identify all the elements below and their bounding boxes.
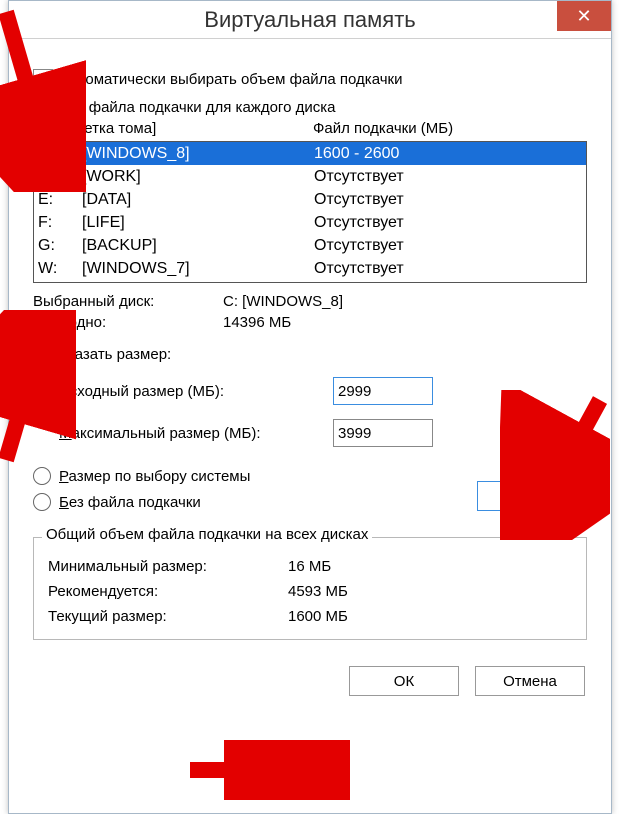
- auto-manage-label: Автоматически выбирать объем файла подка…: [61, 71, 402, 88]
- virtual-memory-dialog: Виртуальная память ✕ Автоматически выбир…: [8, 0, 612, 814]
- min-size-value: 16 МБ: [288, 558, 331, 575]
- drive-label: [WINDOWS_7]: [82, 257, 314, 280]
- drive-row[interactable]: G:[BACKUP]Отсутствует: [34, 234, 586, 257]
- window-title: Виртуальная память: [9, 7, 611, 33]
- max-size-label: Максимальный размер (МБ):: [33, 425, 333, 442]
- system-managed-label: Размер по выбору системы: [59, 468, 250, 485]
- free-space-value: 14396 МБ: [223, 314, 587, 331]
- drive-list[interactable]: C:[WINDOWS_8]1600 - 2600D:[WORK]Отсутств…: [33, 141, 587, 283]
- current-size-value: 1600 МБ: [288, 608, 348, 625]
- drive-label: [LIFE]: [82, 211, 314, 234]
- drive-row[interactable]: W:[WINDOWS_7]Отсутствует: [34, 257, 586, 280]
- drive-pagefile: Отсутствует: [314, 257, 582, 280]
- drive-label: [DATA]: [82, 188, 314, 211]
- drive-pagefile: Отсутствует: [314, 188, 582, 211]
- no-pagefile-radio[interactable]: [33, 493, 51, 511]
- min-size-label: Минимальный размер:: [48, 558, 288, 575]
- drive-letter: C:: [38, 142, 82, 165]
- recommended-label: Рекомендуется:: [48, 583, 288, 600]
- cancel-button[interactable]: Отмена: [475, 666, 585, 696]
- selected-drive-value: C: [WINDOWS_8]: [223, 293, 587, 310]
- drive-row[interactable]: C:[WINDOWS_8]1600 - 2600: [34, 142, 586, 165]
- per-drive-heading: Размер файла подкачки для каждого диска: [33, 99, 587, 116]
- custom-size-label: Указать размер:: [59, 346, 171, 363]
- close-icon: ✕: [576, 6, 591, 27]
- drive-letter: D:: [38, 165, 82, 188]
- drive-letter: G:: [38, 234, 82, 257]
- drive-list-headers: Диск [метка тома] Файл подкачки (МБ): [33, 120, 587, 137]
- titlebar[interactable]: Виртуальная память ✕: [9, 1, 611, 39]
- max-size-input[interactable]: [333, 419, 433, 447]
- recommended-value: 4593 МБ: [288, 583, 348, 600]
- free-space-label: Свободно:: [33, 314, 223, 331]
- drive-letter: W:: [38, 257, 82, 280]
- initial-size-input[interactable]: [333, 377, 433, 405]
- auto-manage-checkbox[interactable]: [33, 69, 53, 89]
- drive-pagefile: Отсутствует: [314, 211, 582, 234]
- totals-group: Общий объем файла подкачки на всех диска…: [33, 537, 587, 640]
- system-managed-radio[interactable]: [33, 467, 51, 485]
- initial-size-label: Исходный размер (МБ):: [33, 383, 333, 400]
- drive-letter: F:: [38, 211, 82, 234]
- drive-pagefile: Отсутствует: [314, 234, 582, 257]
- drive-label: [WINDOWS_8]: [82, 142, 314, 165]
- drive-row[interactable]: F:[LIFE]Отсутствует: [34, 211, 586, 234]
- drive-pagefile: 1600 - 2600: [314, 142, 582, 165]
- set-button[interactable]: Задать: [477, 481, 577, 511]
- selected-drive-label: Выбранный диск:: [33, 293, 223, 310]
- totals-legend: Общий объем файла подкачки на всех диска…: [42, 526, 372, 543]
- drive-letter: E:: [38, 188, 82, 211]
- close-button[interactable]: ✕: [557, 1, 611, 31]
- drive-pagefile: Отсутствует: [314, 165, 582, 188]
- current-size-label: Текущий размер:: [48, 608, 288, 625]
- custom-size-radio[interactable]: [33, 345, 51, 363]
- drive-row[interactable]: E:[DATA]Отсутствует: [34, 188, 586, 211]
- drive-label: [BACKUP]: [82, 234, 314, 257]
- drive-label: [WORK]: [82, 165, 314, 188]
- drive-row[interactable]: D:[WORK]Отсутствует: [34, 165, 586, 188]
- ok-button[interactable]: ОК: [349, 666, 459, 696]
- no-pagefile-label: Без файла подкачки: [59, 494, 201, 511]
